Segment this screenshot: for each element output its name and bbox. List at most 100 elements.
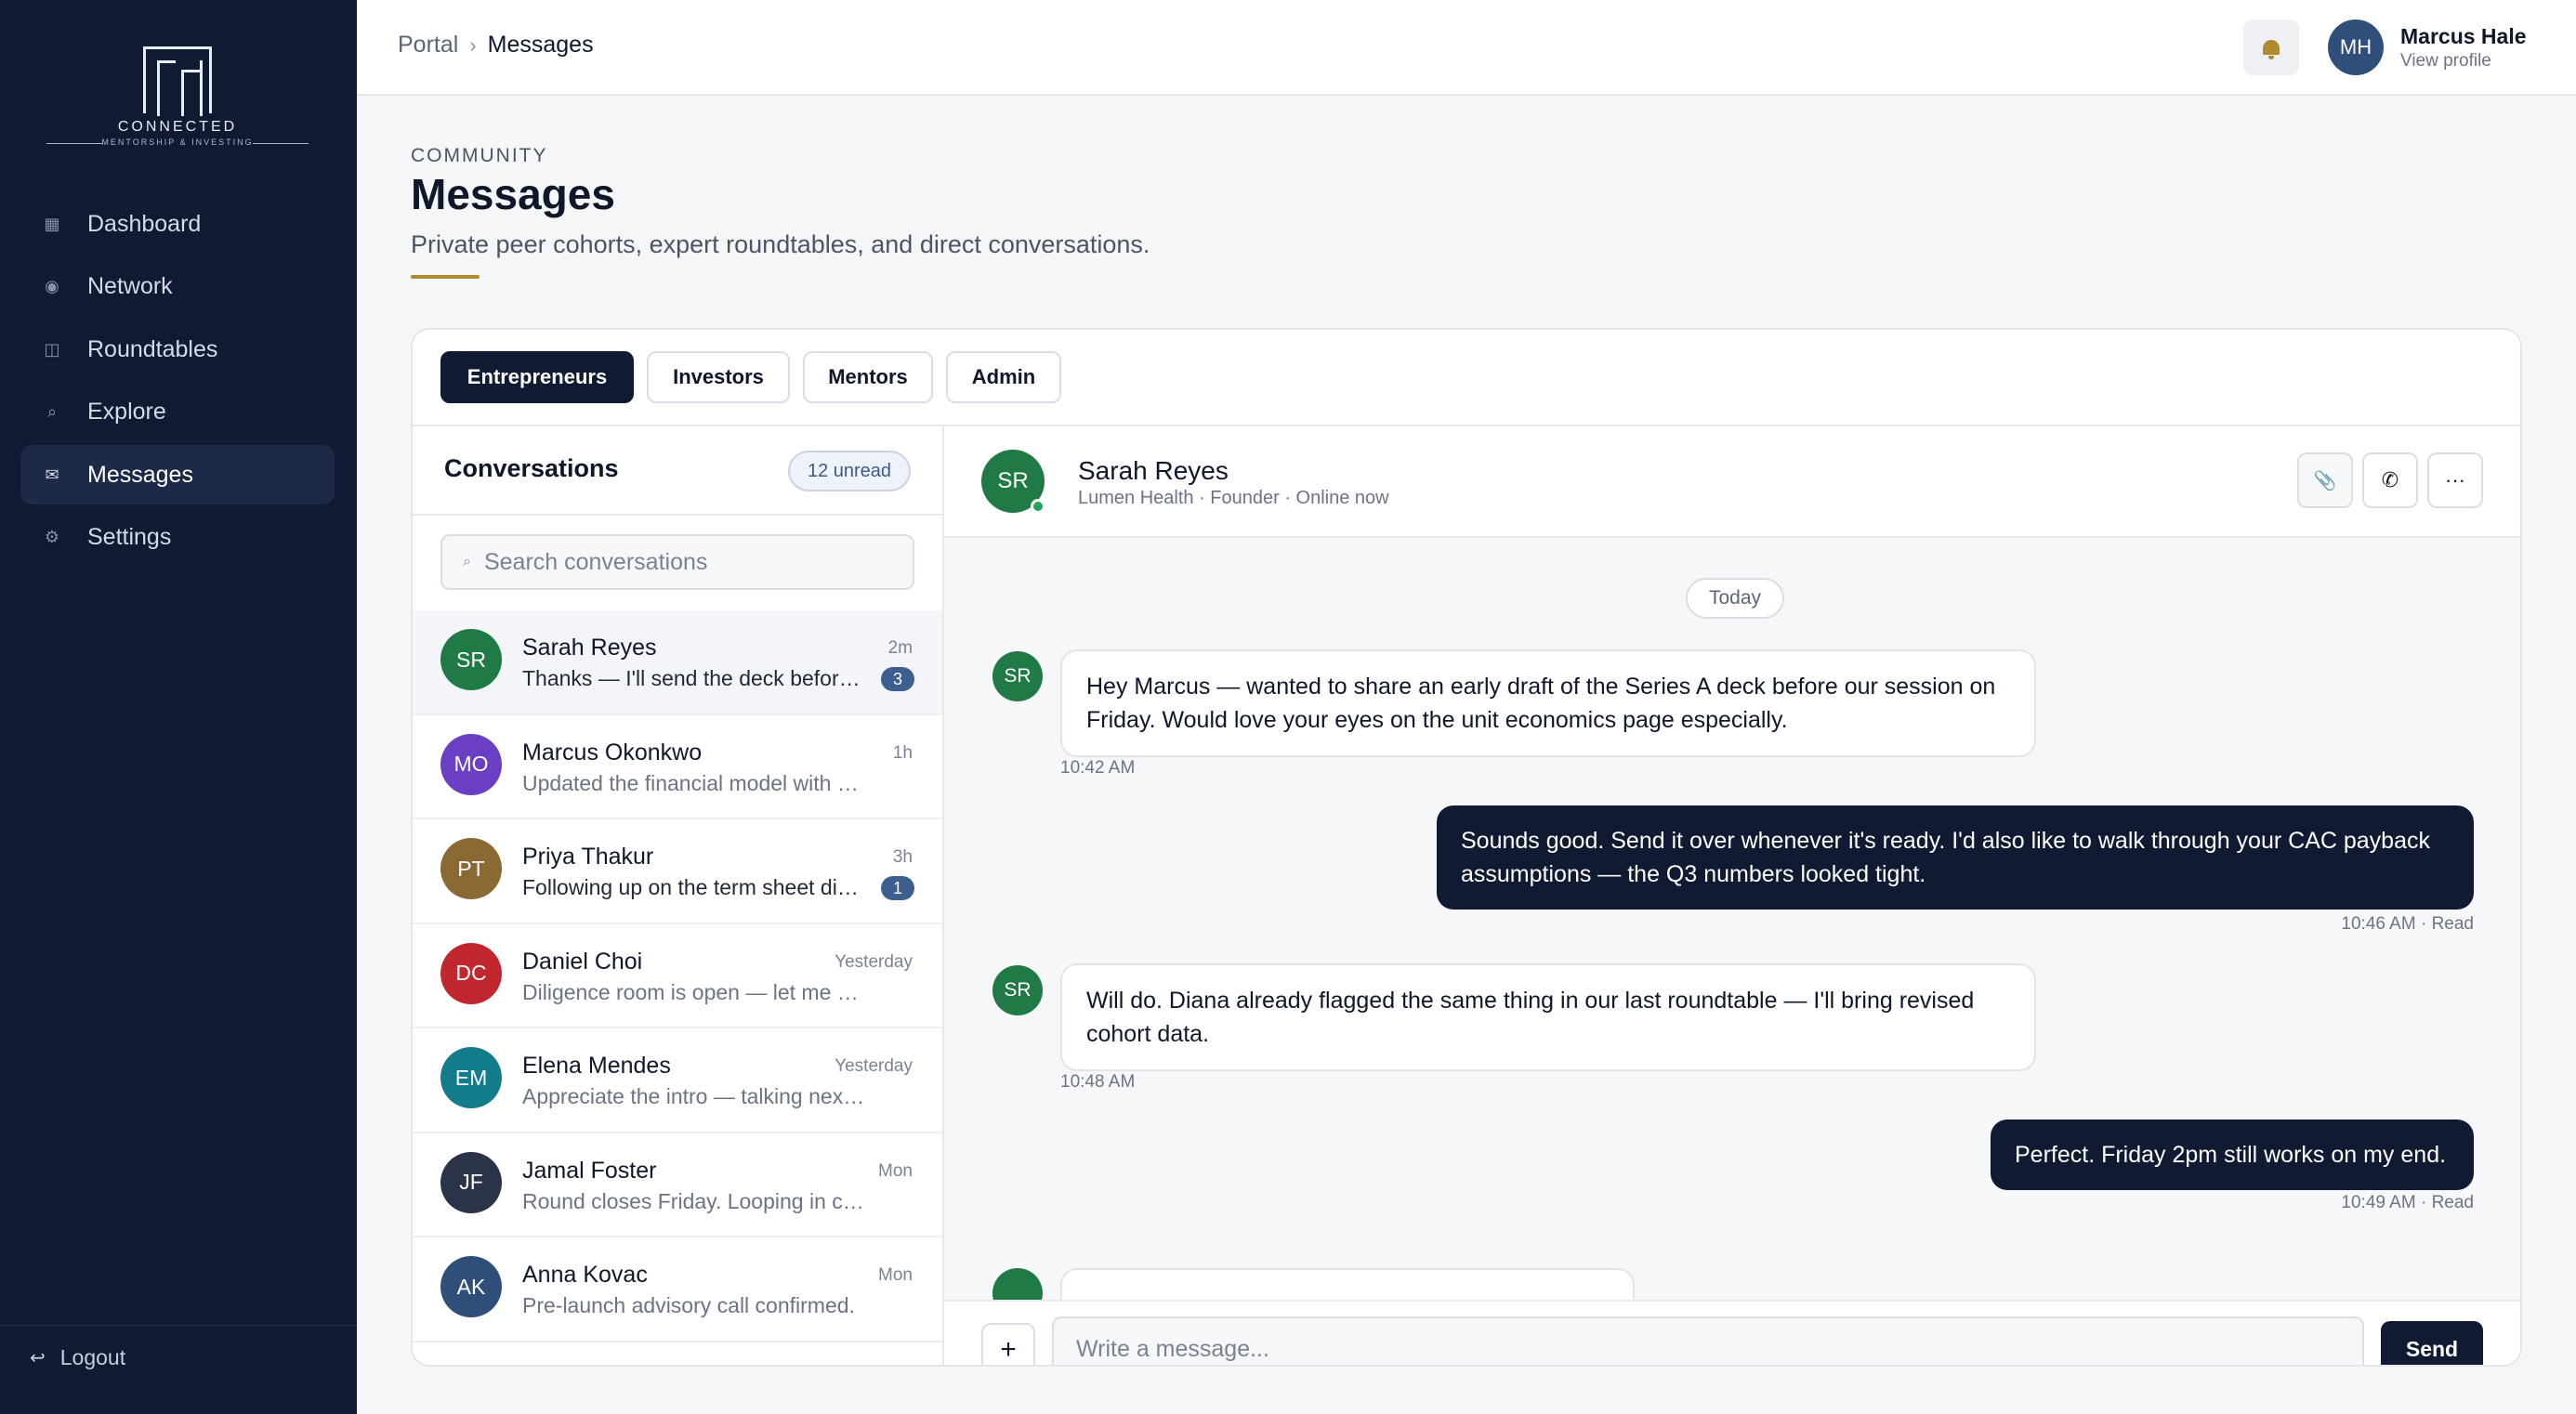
outgoing-message: Sounds good. Send it over whenever it's … <box>1437 805 2474 910</box>
page-title: Messages <box>411 170 615 218</box>
message-preview: Updated the financial model with new ass… <box>522 770 868 795</box>
conversations-title: Conversations <box>444 454 619 482</box>
sidebar-item-label: Explore <box>87 399 166 425</box>
breadcrumb-portal[interactable]: Portal <box>398 32 458 59</box>
settings-icon: ⚙ <box>44 528 60 546</box>
sidebar-item-label: Roundtables <box>87 335 218 362</box>
conversation-list: SR Sarah Reyes Thanks — I'll send the de… <box>413 610 942 1342</box>
send-button[interactable]: Send <box>2381 1321 2483 1365</box>
incoming-message-partial <box>1060 1268 1635 1300</box>
message-timestamp: 10:42 AM <box>1060 758 1136 778</box>
chat-header: SR Sarah Reyes Lumen Health · Founder · … <box>944 426 2520 538</box>
tab-admin[interactable]: Admin <box>946 351 1061 403</box>
messages-card: Entrepreneurs Investors Mentors Admin Co… <box>411 328 2522 1367</box>
sidebar-item-network[interactable]: ◉ Network <box>20 257 335 317</box>
sidebar-item-settings[interactable]: ⚙ Settings <box>20 508 335 568</box>
page-eyebrow: COMMUNITY <box>411 145 548 166</box>
notifications-button[interactable] <box>2243 20 2299 75</box>
bell-icon <box>2263 40 2280 59</box>
tab-investors[interactable]: Investors <box>647 351 790 403</box>
breadcrumb-separator: › <box>469 33 477 57</box>
message-preview: Round closes Friday. Looping in counsel. <box>522 1188 868 1213</box>
ellipsis-icon: ··· <box>2445 468 2465 491</box>
avatar: EM <box>440 1047 502 1108</box>
sidebar-item-label: Network <box>87 273 173 299</box>
avatar: SR <box>992 965 1043 1015</box>
topbar: Portal › Messages MH Marcus Hale View pr… <box>357 0 2576 96</box>
brand-tagline: MENTORSHIP & INVESTING <box>46 137 309 147</box>
sidebar-item-label: Dashboard <box>87 210 202 237</box>
sidebar-nav: ▦ Dashboard ◉ Network ◫ Roundtables ⌕ Ex… <box>20 194 335 570</box>
roundtables-icon: ◫ <box>44 339 60 359</box>
conversation-item[interactable]: JF Jamal Foster Round closes Friday. Loo… <box>413 1133 942 1237</box>
timestamp: Mon <box>878 1160 913 1181</box>
unread-count-badge: 3 <box>881 667 914 691</box>
sidebar-item-label: Settings <box>87 524 172 550</box>
sidebar-item-label: Messages <box>87 461 193 488</box>
contact-name: Jamal Foster <box>522 1157 657 1184</box>
view-profile-link[interactable]: View profile <box>2400 51 2491 72</box>
unread-count-badge: 1 <box>881 876 914 900</box>
contact-name: Elena Mendes <box>522 1053 671 1079</box>
incoming-message: Will do. Diana already flagged the same … <box>1060 963 2036 1071</box>
online-status-dot <box>1031 499 1045 514</box>
message-preview: Thanks — I'll send the deck before Frida… <box>522 666 868 690</box>
brand-logo[interactable]: CONNECTED MENTORSHIP & INVESTING <box>46 41 309 149</box>
messages-icon: ✉ <box>45 465 59 484</box>
avatar: SR <box>992 651 1043 701</box>
conversation-item[interactable]: MO Marcus Okonkwo Updated the financial … <box>413 715 942 819</box>
logout-label: Logout <box>59 1345 126 1369</box>
tab-mentors[interactable]: Mentors <box>803 351 933 403</box>
breadcrumb-current: Messages <box>487 32 594 58</box>
sidebar: CONNECTED MENTORSHIP & INVESTING ▦ Dashb… <box>0 0 357 1414</box>
conversations-header: Conversations 12 unread <box>413 426 942 516</box>
search-box: ⌕ <box>440 534 914 590</box>
logout-button[interactable]: ↩ Logout <box>30 1345 125 1370</box>
timestamp: 2m <box>887 638 913 658</box>
message-composer: + Send <box>944 1300 2520 1365</box>
sidebar-item-roundtables[interactable]: ◫ Roundtables <box>20 320 335 379</box>
brand-name: CONNECTED <box>117 119 238 135</box>
message-preview: Pre-launch advisory call confirmed. <box>522 1293 855 1317</box>
message-timestamp: 10:48 AM <box>1060 1072 1136 1092</box>
timestamp: Yesterday <box>835 951 913 972</box>
accent-divider <box>411 275 480 279</box>
timestamp: 1h <box>892 742 913 763</box>
avatar: PT <box>440 838 502 899</box>
logout-icon: ↩ <box>30 1348 46 1368</box>
contact-name: Daniel Choi <box>522 948 643 975</box>
avatar[interactable]: MH <box>2328 20 2384 75</box>
avatar <box>992 1268 1043 1300</box>
contact-name: Marcus Okonkwo <box>522 739 703 766</box>
chat-contact-meta: Lumen Health · Founder · Online now <box>1078 488 1389 508</box>
logo-mark <box>143 46 212 116</box>
sidebar-item-messages[interactable]: ✉ Messages <box>20 445 335 504</box>
search-input[interactable] <box>483 548 893 576</box>
avatar: AK <box>440 1256 502 1317</box>
sidebar-item-explore[interactable]: ⌕ Explore <box>20 383 335 442</box>
network-icon: ◉ <box>45 277 59 295</box>
conversation-item[interactable]: SR Sarah Reyes Thanks — I'll send the de… <box>413 610 942 715</box>
conversations-panel: Conversations 12 unread ⌕ SR Sarah Reyes… <box>413 426 944 1365</box>
tab-entrepreneurs[interactable]: Entrepreneurs <box>440 351 634 403</box>
avatar: DC <box>440 942 502 1004</box>
more-button[interactable]: ··· <box>2427 452 2483 508</box>
avatar: JF <box>440 1151 502 1213</box>
contact-name: Anna Kovac <box>522 1262 648 1288</box>
conversation-item[interactable]: DC Daniel Choi Diligence room is open — … <box>413 924 942 1028</box>
conversation-item[interactable]: AK Anna Kovac Pre-launch advisory call c… <box>413 1237 942 1342</box>
paperclip-icon: 📎 <box>2313 470 2337 491</box>
conversation-item[interactable]: PT Priya Thakur Following up on the term… <box>413 819 942 924</box>
sidebar-divider <box>0 1325 357 1326</box>
message-preview: Appreciate the intro — talking next week… <box>522 1084 868 1108</box>
attach-button[interactable]: 📎 <box>2297 452 2353 508</box>
audience-tabs: Entrepreneurs Investors Mentors Admin <box>413 330 2520 426</box>
sidebar-item-dashboard[interactable]: ▦ Dashboard <box>20 194 335 254</box>
call-button[interactable]: ✆ <box>2362 452 2418 508</box>
avatar: SR <box>440 629 502 690</box>
message-input[interactable] <box>1052 1316 2364 1365</box>
chat-contact-name: Sarah Reyes <box>1078 456 1229 485</box>
conversation-item[interactable]: EM Elena Mendes Appreciate the intro — t… <box>413 1028 942 1133</box>
timestamp: Mon <box>878 1265 913 1285</box>
add-attachment-button[interactable]: + <box>981 1323 1035 1365</box>
